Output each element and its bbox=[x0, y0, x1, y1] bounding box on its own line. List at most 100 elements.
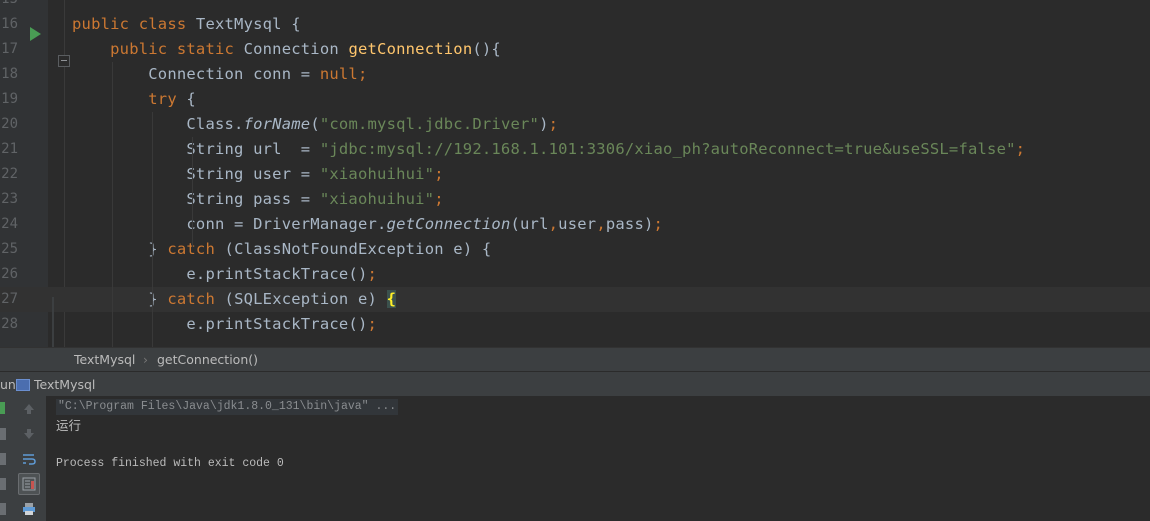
code-line[interactable]: 26 e.printStackTrace(); bbox=[0, 262, 1150, 287]
code-token: try bbox=[72, 90, 187, 108]
code-token: getConnection bbox=[386, 215, 511, 233]
line-number: 28 bbox=[1, 316, 18, 332]
run-gutter-icon[interactable] bbox=[30, 27, 41, 41]
pause-icon[interactable] bbox=[0, 453, 6, 465]
run-tool-window-header: un TextMysql bbox=[0, 371, 1150, 397]
line-number: 22 bbox=[1, 166, 18, 182]
code-token: ; bbox=[548, 115, 559, 133]
change-marker bbox=[52, 297, 54, 347]
code-token: ; bbox=[434, 165, 444, 183]
breadcrumb-method[interactable]: getConnection() bbox=[157, 352, 258, 367]
code-token: ; bbox=[653, 215, 664, 233]
code-line[interactable]: 27 } catch (SQLException e) { bbox=[0, 287, 1150, 312]
run-tab-label[interactable]: un bbox=[0, 377, 16, 392]
console-toolbar bbox=[0, 396, 46, 521]
code-token: ) bbox=[539, 115, 549, 133]
code-token: "xiaohuihui" bbox=[319, 190, 435, 208]
code-token: pass) bbox=[605, 215, 654, 233]
code-token: ; bbox=[1015, 140, 1026, 158]
line-number: 19 bbox=[1, 91, 18, 107]
code-line[interactable]: 18 Connection conn = null; bbox=[0, 62, 1150, 87]
code-token: null bbox=[319, 65, 358, 83]
scroll-to-end-icon[interactable] bbox=[18, 473, 40, 495]
console-command-line[interactable]: "C:\Program Files\Java\jdk1.8.0_131\bin\… bbox=[56, 399, 399, 415]
code-token: user bbox=[558, 215, 597, 233]
code-line[interactable]: 17 public static Connection getConnectio… bbox=[0, 37, 1150, 62]
code-token: String pass = bbox=[72, 190, 320, 208]
code-line[interactable]: 20 Class.forName("com.mysql.jdbc.Driver"… bbox=[0, 112, 1150, 137]
breadcrumb-class[interactable]: TextMysql bbox=[74, 352, 135, 367]
code-token: (){ bbox=[472, 40, 501, 58]
console-exit-message: Process finished with exit code 0 bbox=[56, 457, 284, 470]
stop-icon[interactable] bbox=[0, 428, 6, 440]
code-line[interactable]: 22 String user = "xiaohuihui"; bbox=[0, 162, 1150, 187]
fold-icon[interactable] bbox=[58, 55, 70, 67]
code-token: "xiaohuihui" bbox=[319, 165, 435, 183]
code-token: e.printStackTrace() bbox=[72, 315, 368, 333]
run-config-icon bbox=[16, 379, 30, 391]
code-text: conn = DriverManager.getConnection(url,u… bbox=[72, 212, 663, 237]
code-token: { bbox=[386, 290, 397, 308]
console-output[interactable]: "C:\Program Files\Java\jdk1.8.0_131\bin\… bbox=[56, 396, 399, 470]
soft-wrap-icon[interactable] bbox=[19, 449, 39, 469]
code-text: Class.forName("com.mysql.jdbc.Driver"); bbox=[72, 112, 558, 137]
close-icon[interactable] bbox=[0, 503, 6, 515]
code-text: String url = "jdbc:mysql://192.168.1.101… bbox=[72, 137, 1025, 162]
code-token: public class bbox=[72, 15, 196, 33]
code-line[interactable]: 25 } catch (ClassNotFoundException e) { bbox=[0, 237, 1150, 262]
code-text: e.printStackTrace(); bbox=[72, 262, 377, 287]
scroll-down-icon[interactable] bbox=[19, 424, 39, 444]
code-token: getConnection bbox=[348, 40, 473, 58]
code-token: e.printStackTrace() bbox=[72, 265, 368, 283]
code-text: e.printStackTrace(); bbox=[72, 312, 377, 337]
rerun-icon[interactable] bbox=[0, 402, 5, 414]
code-text: try { bbox=[72, 87, 196, 112]
code-token: "com.mysql.jdbc.Driver" bbox=[319, 115, 540, 133]
code-token: conn = DriverManager. bbox=[72, 215, 387, 233]
code-text: Connection conn = null; bbox=[72, 62, 368, 87]
code-token: ; bbox=[434, 190, 444, 208]
code-token: ( bbox=[310, 115, 320, 133]
code-token: (url bbox=[510, 215, 549, 233]
code-token: forName bbox=[243, 115, 311, 133]
line-number: 18 bbox=[1, 66, 18, 82]
code-token: ; bbox=[357, 65, 368, 83]
line-number: 17 bbox=[1, 41, 18, 57]
breadcrumb: TextMysql › getConnection() bbox=[0, 347, 1150, 372]
code-token: Class. bbox=[72, 115, 244, 133]
code-token: String url = bbox=[72, 140, 320, 158]
run-config-name[interactable]: TextMysql bbox=[34, 377, 95, 392]
line-number: 25 bbox=[1, 241, 18, 257]
code-text: } catch (ClassNotFoundException e) { bbox=[72, 237, 491, 262]
console-program-output: 运行 bbox=[56, 418, 82, 433]
indent-guide bbox=[152, 112, 153, 347]
code-token: ; bbox=[367, 315, 378, 333]
code-line[interactable]: 24 conn = DriverManager.getConnection(ur… bbox=[0, 212, 1150, 237]
code-line[interactable]: 28 e.printStackTrace(); bbox=[0, 312, 1150, 337]
code-token: ; bbox=[367, 265, 378, 283]
code-line[interactable]: 21 String url = "jdbc:mysql://192.168.1.… bbox=[0, 137, 1150, 162]
dump-icon[interactable] bbox=[0, 478, 6, 490]
code-token: , bbox=[596, 215, 606, 233]
code-editor[interactable]: 1516public class TextMysql {17 public st… bbox=[0, 0, 1150, 347]
code-token: (SQLException e) bbox=[224, 290, 387, 308]
indent-guide bbox=[112, 62, 113, 347]
line-number: 24 bbox=[1, 216, 18, 232]
scroll-up-icon[interactable] bbox=[19, 399, 39, 419]
code-token: catch bbox=[167, 240, 225, 258]
code-text: public class TextMysql { bbox=[72, 12, 301, 37]
code-line[interactable]: 15 bbox=[0, 0, 1150, 12]
code-line[interactable]: 19 try { bbox=[0, 87, 1150, 112]
code-line[interactable]: 16 public class TextMysql { bbox=[0, 12, 1150, 37]
code-token: Connection bbox=[243, 40, 349, 58]
run-console: "C:\Program Files\Java\jdk1.8.0_131\bin\… bbox=[0, 396, 1150, 521]
code-text: public static Connection getConnection()… bbox=[72, 37, 501, 62]
code-line[interactable]: 23 String pass = "xiaohuihui"; bbox=[0, 187, 1150, 212]
code-text: } catch (SQLException e) { bbox=[72, 287, 397, 312]
code-token: TextMysql { bbox=[195, 15, 301, 33]
code-token: } bbox=[72, 240, 168, 258]
line-number: 27 bbox=[1, 291, 18, 307]
code-text: String user = "xiaohuihui"; bbox=[72, 162, 444, 187]
code-token: catch bbox=[167, 290, 225, 308]
print-icon[interactable] bbox=[19, 499, 39, 519]
